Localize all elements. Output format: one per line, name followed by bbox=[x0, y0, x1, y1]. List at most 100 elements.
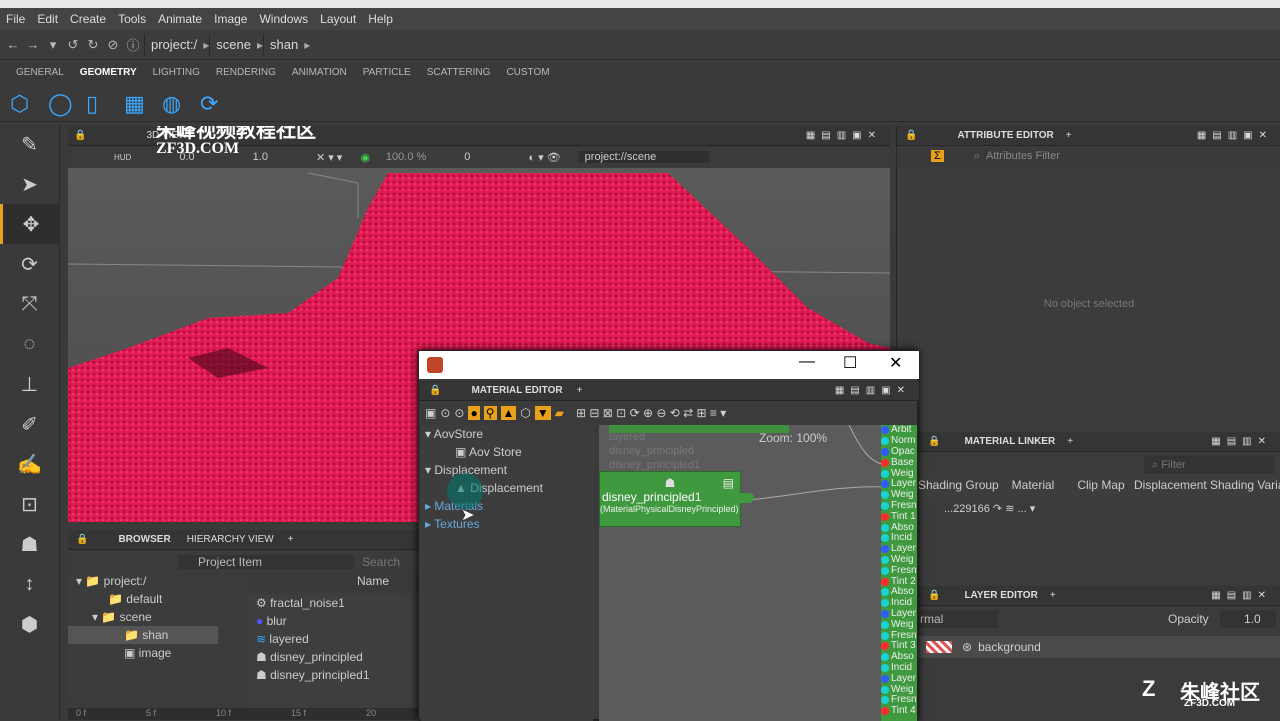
input-pin[interactable]: Arbit bbox=[881, 425, 917, 436]
breadcrumb-shan[interactable]: shan bbox=[263, 33, 304, 56]
eye-icon[interactable]: ◐ ▾ 👁 bbox=[528, 151, 560, 164]
close-icon[interactable]: ✕ bbox=[889, 353, 902, 373]
info-icon[interactable]: ⓘ bbox=[124, 35, 142, 54]
measure-icon[interactable]: ↕ bbox=[0, 564, 59, 604]
add-tab-icon[interactable]: + bbox=[1066, 130, 1072, 141]
menu-item-help[interactable]: Help bbox=[368, 12, 393, 26]
frame-field[interactable]: 0 bbox=[464, 151, 470, 163]
linker-filter-input[interactable]: ⌕ Filter bbox=[1144, 456, 1274, 474]
attribute-editor-tab[interactable]: ATTRIBUTE EDITOR bbox=[957, 130, 1053, 141]
input-pin[interactable]: Fresn bbox=[881, 695, 917, 706]
layout-icons[interactable]: ▦▤▥✕ bbox=[1211, 436, 1272, 447]
input-pin[interactable]: Tint 4 bbox=[881, 706, 917, 717]
list-item[interactable]: ☗ disney_principled bbox=[248, 648, 418, 666]
node-menu-icon[interactable]: ▤ bbox=[723, 476, 734, 490]
node-icon[interactable]: ⊙ bbox=[454, 406, 464, 420]
col-shading-variable[interactable]: Shading Variab bbox=[1210, 478, 1280, 498]
input-pin[interactable]: Layer bbox=[881, 544, 917, 555]
cube-icon[interactable]: ⬡ bbox=[10, 91, 48, 117]
list-item[interactable]: ☗ disney_principled1 bbox=[248, 666, 418, 684]
frame-icon[interactable]: ⊡ bbox=[0, 484, 59, 524]
tree-item-shan[interactable]: 📁 shan bbox=[68, 626, 218, 644]
breadcrumb-project[interactable]: project:/ bbox=[144, 33, 203, 56]
list-item[interactable]: ⚙ fractal_noise1 bbox=[248, 594, 418, 612]
tree-item-aovstore[interactable]: ▾ AovStore bbox=[421, 425, 593, 443]
layer-row-background[interactable]: ⊛ background bbox=[918, 636, 1280, 658]
tab-hierarchy-view[interactable]: HIERARCHY VIEW bbox=[187, 534, 274, 545]
input-pin[interactable]: Base bbox=[881, 457, 917, 468]
menu-item-file[interactable]: File bbox=[6, 12, 25, 26]
folder-icon[interactable]: ▰ bbox=[555, 406, 564, 420]
add-tab-icon[interactable]: + bbox=[577, 385, 583, 396]
tab-scattering[interactable]: SCATTERING bbox=[427, 67, 491, 78]
timeline[interactable]: 0 f5 f 10 f 15 f 20 bbox=[68, 708, 418, 720]
search-node-icon[interactable]: ⚲ bbox=[483, 406, 497, 420]
input-pin[interactable]: Weig bbox=[881, 490, 917, 501]
tab-lighting[interactable]: LIGHTING bbox=[153, 67, 200, 78]
menu-item-edit[interactable]: Edit bbox=[37, 12, 58, 26]
lock-icon[interactable]: 🔒 bbox=[928, 590, 940, 601]
breadcrumb-scene[interactable]: scene bbox=[209, 33, 257, 56]
input-pin[interactable]: Weig bbox=[881, 684, 917, 695]
node-icon[interactable]: ⊙ bbox=[440, 406, 450, 420]
input-pin[interactable]: Norm bbox=[881, 436, 917, 447]
sphere-icon[interactable]: ◯ bbox=[48, 91, 86, 117]
menu-item-windows[interactable]: Windows bbox=[259, 12, 308, 26]
tab-animation[interactable]: ANIMATION bbox=[292, 67, 347, 78]
zoom-field[interactable]: 100.0 % bbox=[386, 151, 426, 163]
menu-item-layout[interactable]: Layout bbox=[320, 12, 356, 26]
layout-icons[interactable]: ▦▤▥▣✕ bbox=[806, 130, 882, 141]
tab-browser[interactable]: BROWSER bbox=[118, 534, 170, 545]
col-shading-group[interactable]: Shading Group bbox=[918, 478, 998, 498]
brush-icon[interactable]: ✍ bbox=[0, 444, 59, 484]
paint-icon[interactable]: ✐ bbox=[0, 404, 59, 444]
cylinder-icon[interactable]: ▯ bbox=[86, 91, 124, 117]
tab-geometry[interactable]: GEOMETRY bbox=[80, 67, 137, 78]
input-pin[interactable]: Abso bbox=[881, 587, 917, 598]
blend-mode-dropdown[interactable]: rmal bbox=[918, 610, 998, 628]
tree-item-aov-store[interactable]: ▣ Aov Store bbox=[421, 443, 593, 461]
redo-icon[interactable]: ↻ bbox=[84, 37, 102, 53]
input-pin[interactable]: Tint 2 bbox=[881, 576, 917, 587]
eyedropper-icon[interactable]: ✎ bbox=[0, 124, 59, 164]
column-header-name[interactable]: Name bbox=[248, 574, 418, 592]
input-pin[interactable]: Tint 1 bbox=[881, 511, 917, 522]
scale-icon[interactable]: ⤧ bbox=[0, 284, 59, 324]
deform-icon[interactable]: ⟳ bbox=[200, 91, 238, 117]
layer-editor-tab[interactable]: LAYER EDITOR bbox=[964, 590, 1037, 601]
node-icon[interactable]: ▣ bbox=[425, 406, 436, 420]
tree-item-default[interactable]: 📁 default bbox=[68, 590, 218, 608]
layout-icons[interactable]: ▦▤▥✕ bbox=[1211, 590, 1272, 601]
sphere-preview-icon[interactable]: ● bbox=[468, 406, 480, 420]
input-pin[interactable]: Layer bbox=[881, 479, 917, 490]
cube-icon[interactable]: ⬡ bbox=[520, 406, 530, 420]
list-item[interactable]: ≋ layered bbox=[248, 630, 418, 648]
minimize-icon[interactable]: — bbox=[799, 353, 815, 371]
input-pin[interactable]: Tint 3 bbox=[881, 641, 917, 652]
tab-custom[interactable]: CUSTOM bbox=[506, 67, 549, 78]
material-editor-tab[interactable]: MATERIAL EDITOR bbox=[471, 385, 562, 396]
col-clip-map[interactable]: Clip Map bbox=[1068, 478, 1134, 498]
input-pin[interactable]: Incid bbox=[881, 662, 917, 674]
globe-icon[interactable]: ◍ bbox=[162, 91, 200, 117]
layout-icons[interactable]: ▦▤▥▣✕ bbox=[835, 385, 911, 396]
opacity-field[interactable]: 1.0 bbox=[1220, 610, 1276, 628]
add-tab-icon[interactable]: + bbox=[288, 534, 294, 545]
add-tab-icon[interactable]: + bbox=[1050, 590, 1056, 601]
mountain-icon[interactable]: ▲ bbox=[500, 406, 517, 420]
list-item[interactable]: ● blur bbox=[248, 612, 418, 630]
move-icon[interactable]: ✥ bbox=[0, 204, 59, 244]
camera-icon[interactable]: ☗ bbox=[0, 524, 59, 564]
input-pin[interactable]: Layer bbox=[881, 608, 917, 620]
browser-search-input[interactable]: Search bbox=[362, 555, 400, 569]
history-dropdown-icon[interactable]: ▾ bbox=[44, 37, 62, 53]
input-pin[interactable]: Weig bbox=[881, 554, 917, 566]
input-pin[interactable]: Abso bbox=[881, 652, 917, 663]
input-pin[interactable]: Abso bbox=[881, 522, 917, 533]
menu-item-create[interactable]: Create bbox=[70, 12, 106, 26]
input-pin[interactable]: Opac bbox=[881, 446, 917, 458]
tree-item-scene[interactable]: ▾ 📁 scene bbox=[68, 608, 218, 626]
back-icon[interactable]: ← bbox=[4, 37, 22, 52]
node-graph[interactable]: Zoom: 100% layered disney_principled dis… bbox=[599, 425, 917, 721]
lock-icon[interactable]: 🔒 bbox=[905, 130, 917, 141]
